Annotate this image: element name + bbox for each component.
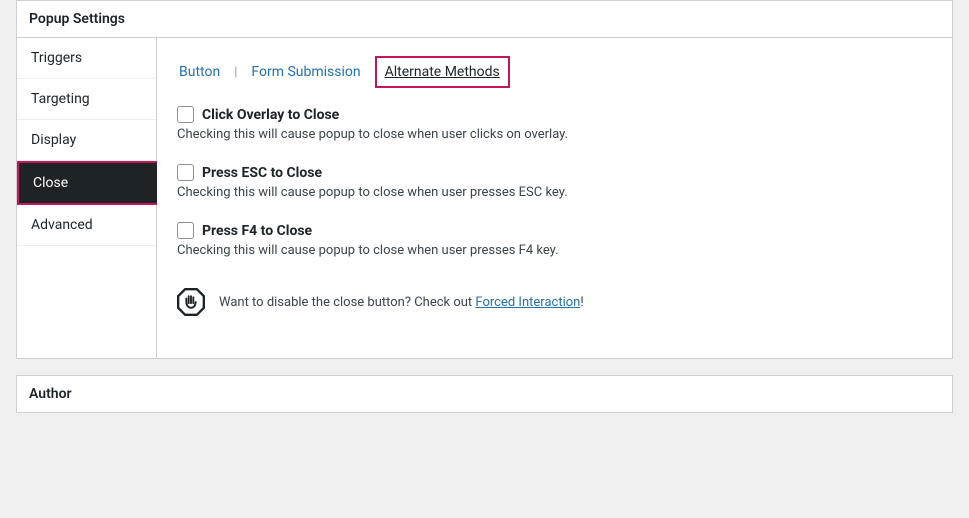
option-title: Press ESC to Close	[202, 165, 322, 181]
sidebar-item-advanced[interactable]: Advanced	[17, 205, 156, 246]
option-desc: Checking this will cause popup to close …	[177, 185, 932, 200]
settings-sidebar: Triggers Targeting Display Close Advance…	[17, 38, 157, 358]
option-click-overlay: Click Overlay to Close Checking this wil…	[177, 106, 932, 142]
tab-button[interactable]: Button	[177, 60, 222, 84]
info-text: Want to disable the close button? Check …	[219, 295, 584, 310]
option-title: Click Overlay to Close	[202, 107, 339, 123]
author-title: Author	[17, 376, 952, 412]
option-head: Press ESC to Close	[177, 164, 932, 181]
panel-title: Popup Settings	[17, 1, 952, 38]
tab-alternate-methods[interactable]: Alternate Methods	[375, 56, 510, 88]
info-post: !	[580, 295, 583, 310]
checkbox-press-f4[interactable]	[177, 222, 194, 239]
option-press-f4: Press F4 to Close Checking this will cau…	[177, 222, 932, 258]
option-desc: Checking this will cause popup to close …	[177, 243, 932, 258]
panel-body: Triggers Targeting Display Close Advance…	[17, 38, 952, 358]
option-head: Click Overlay to Close	[177, 106, 932, 123]
author-panel: Author	[16, 375, 953, 413]
option-title: Press F4 to Close	[202, 223, 312, 239]
option-head: Press F4 to Close	[177, 222, 932, 239]
option-desc: Checking this will cause popup to close …	[177, 127, 932, 142]
settings-main: Button | Form Submission Alternate Metho…	[157, 38, 952, 358]
sidebar-item-display[interactable]: Display	[17, 120, 156, 161]
checkbox-press-esc[interactable]	[177, 164, 194, 181]
checkbox-click-overlay[interactable]	[177, 106, 194, 123]
forced-interaction-link[interactable]: Forced Interaction	[475, 295, 580, 310]
info-row: Want to disable the close button? Check …	[177, 288, 932, 316]
stop-hand-icon	[177, 288, 205, 316]
popup-settings-panel: Popup Settings Triggers Targeting Displa…	[16, 0, 953, 359]
sidebar-item-triggers[interactable]: Triggers	[17, 38, 156, 79]
sidebar-item-close[interactable]: Close	[17, 161, 157, 205]
tab-form-submission[interactable]: Form Submission	[249, 60, 362, 84]
option-press-esc: Press ESC to Close Checking this will ca…	[177, 164, 932, 200]
close-tabs: Button | Form Submission Alternate Metho…	[177, 56, 932, 88]
sidebar-item-targeting[interactable]: Targeting	[17, 79, 156, 120]
tab-separator: |	[234, 65, 237, 80]
info-pre: Want to disable the close button? Check …	[219, 295, 475, 310]
